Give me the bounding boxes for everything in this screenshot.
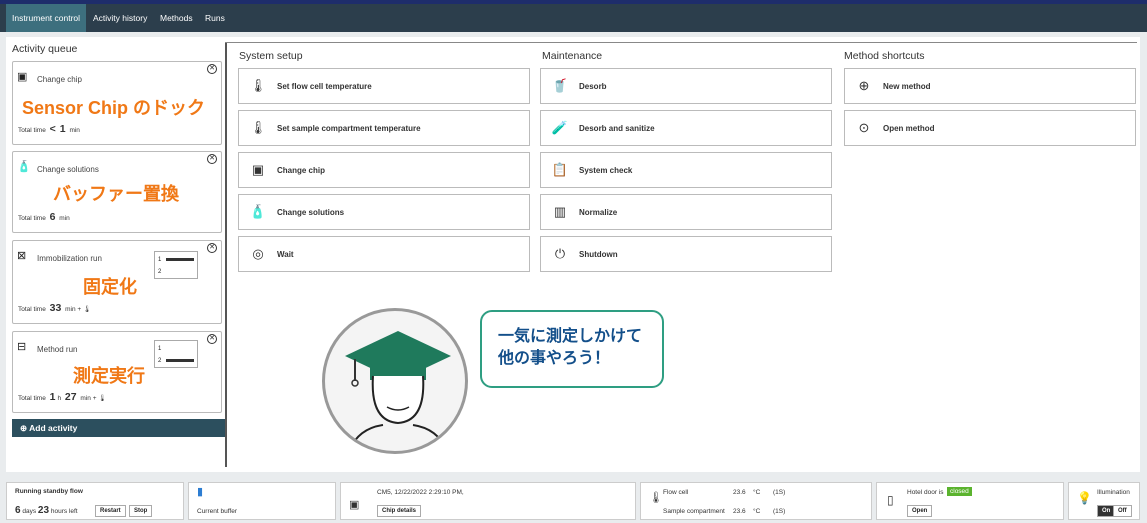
lightbulb-icon: 💡 [1077, 491, 1092, 505]
divider [225, 42, 1137, 43]
open-door-button[interactable]: Open [907, 505, 933, 517]
top-nav: Instrument control Activity history Meth… [0, 0, 1147, 32]
section-title-maintenance: Maintenance [542, 50, 603, 62]
tab-instrument-control[interactable]: Instrument control [6, 4, 87, 32]
queue-card-immobilization[interactable]: ✕ ⊠ Immobilization run 12 固定化 Total time… [12, 240, 222, 324]
new-method-button[interactable]: ⊕ New method [844, 68, 1136, 104]
buffer-status: ▮ Current buffer [188, 482, 336, 520]
thermometer-icon: 🌡 [649, 492, 663, 504]
illumination-status: 💡 Illumination On Off [1068, 482, 1140, 520]
shutdown-icon: ⏻ [554, 246, 566, 261]
desorb-button[interactable]: 🥤 Desorb [540, 68, 832, 104]
close-icon[interactable]: ✕ [207, 334, 217, 344]
flow-cell-mini: 12 [154, 340, 198, 368]
normalize-button[interactable]: ▥ Normalize [540, 194, 832, 230]
graduate-avatar [322, 308, 468, 454]
chip-icon: ▣ [251, 162, 265, 177]
clipboard-icon: 📋 [551, 162, 569, 177]
close-icon[interactable]: ✕ [207, 154, 217, 164]
queue-title: Activity queue [12, 43, 78, 55]
queue-card-change-chip[interactable]: ✕ ▣ Change chip Sensor Chip のドック Total t… [12, 61, 222, 145]
chip-icon: ▣ [17, 71, 28, 83]
desorb-sanitize-button[interactable]: 🧪 Desorb and sanitize [540, 110, 832, 146]
section-title-shortcuts: Method shortcuts [844, 50, 925, 62]
chip-details-button[interactable]: Chip details [377, 505, 422, 517]
hotel-door-status: ▯ Hotel door is closed Open [876, 482, 1064, 520]
add-activity-button[interactable]: ⊕ Add activity [12, 419, 226, 437]
illumination-off-toggle[interactable]: Off [1113, 505, 1132, 517]
card-name: Change chip [37, 75, 82, 84]
set-flow-cell-temp-button[interactable]: 🌡 Set flow cell temperature [238, 68, 530, 104]
divider [225, 42, 227, 467]
tab-activity-history[interactable]: Activity history [87, 4, 153, 32]
beaker-icon: 🥤 [551, 78, 569, 93]
card-total-time: Total time 1h 27 min + 🌡 [18, 391, 107, 403]
chip-status: ▣ CM5, 12/22/2022 2:29:10 PM, Chip detai… [340, 482, 636, 520]
card-annotation: Sensor Chip のドック [22, 98, 206, 118]
card-name: Change solutions [37, 165, 99, 174]
door-closed-badge: closed [947, 487, 972, 496]
restart-button[interactable]: Restart [95, 505, 126, 517]
sliders-icon: ▥ [553, 204, 567, 219]
section-title-setup: System setup [239, 50, 303, 62]
tab-runs[interactable]: Runs [199, 4, 231, 32]
beaker-icon: 🧪 [551, 120, 569, 135]
method-icon: ⊟ [17, 341, 27, 353]
open-method-button[interactable]: ⊙ Open method [844, 110, 1136, 146]
timer-icon: ◎ [252, 246, 264, 261]
close-icon[interactable]: ✕ [207, 64, 217, 74]
card-name: Immobilization run [37, 254, 102, 263]
system-check-button[interactable]: 📋 System check [540, 152, 832, 188]
stop-button[interactable]: Stop [129, 505, 153, 517]
tab-methods[interactable]: Methods [154, 4, 199, 32]
queue-card-method-run[interactable]: ✕ ⊟ Method run 12 測定実行 Total time 1h 27 … [12, 331, 222, 413]
card-total-time: Total time 33 min + 🌡 [18, 302, 92, 314]
close-icon[interactable]: ✕ [207, 243, 217, 253]
thermometer-icon: 🌡 [249, 78, 267, 93]
immobilization-icon: ⊠ [17, 250, 27, 262]
flow-cell-mini: 12 [154, 251, 198, 279]
set-sample-temp-button[interactable]: 🌡 Set sample compartment temperature [238, 110, 530, 146]
new-method-icon: ⊕ [858, 78, 870, 93]
chip-icon: ▣ [349, 499, 360, 511]
shutdown-button[interactable]: ⏻ Shutdown [540, 236, 832, 272]
card-total-time: Total time <1 min [18, 123, 80, 135]
change-solutions-button[interactable]: 🧴 Change solutions [238, 194, 530, 230]
thermometer-icon: 🌡 [249, 120, 267, 135]
bottle-icon: 🧴 [17, 161, 31, 173]
card-name: Method run [37, 345, 78, 354]
standby-status: Running standby flow 6 days 23 hours lef… [6, 482, 184, 520]
card-annotation: バッファー置換 [53, 184, 179, 204]
open-method-icon: ⊙ [858, 120, 870, 135]
bottle-icon: 🧴 [249, 204, 267, 219]
queue-card-change-solutions[interactable]: ✕ 🧴 Change solutions バッファー置換 Total time … [12, 151, 222, 233]
activity-queue: Activity queue ✕ ▣ Change chip Sensor Ch… [6, 37, 226, 472]
change-chip-button[interactable]: ▣ Change chip [238, 152, 530, 188]
temperature-status: 🌡 Flow cell 23.6 °C (1S) Sample compartm… [640, 482, 872, 520]
door-icon: ▯ [887, 493, 894, 507]
wait-button[interactable]: ◎ Wait [238, 236, 530, 272]
main-panel: Activity queue ✕ ▣ Change chip Sensor Ch… [6, 37, 1140, 472]
card-total-time: Total time 6 min [18, 211, 70, 223]
bottle-icon: ▮ [197, 486, 204, 498]
speech-bubble: 一気に測定しかけて 他の事やろう！ [480, 310, 664, 388]
card-annotation: 測定実行 [73, 366, 145, 386]
card-annotation: 固定化 [83, 277, 137, 297]
